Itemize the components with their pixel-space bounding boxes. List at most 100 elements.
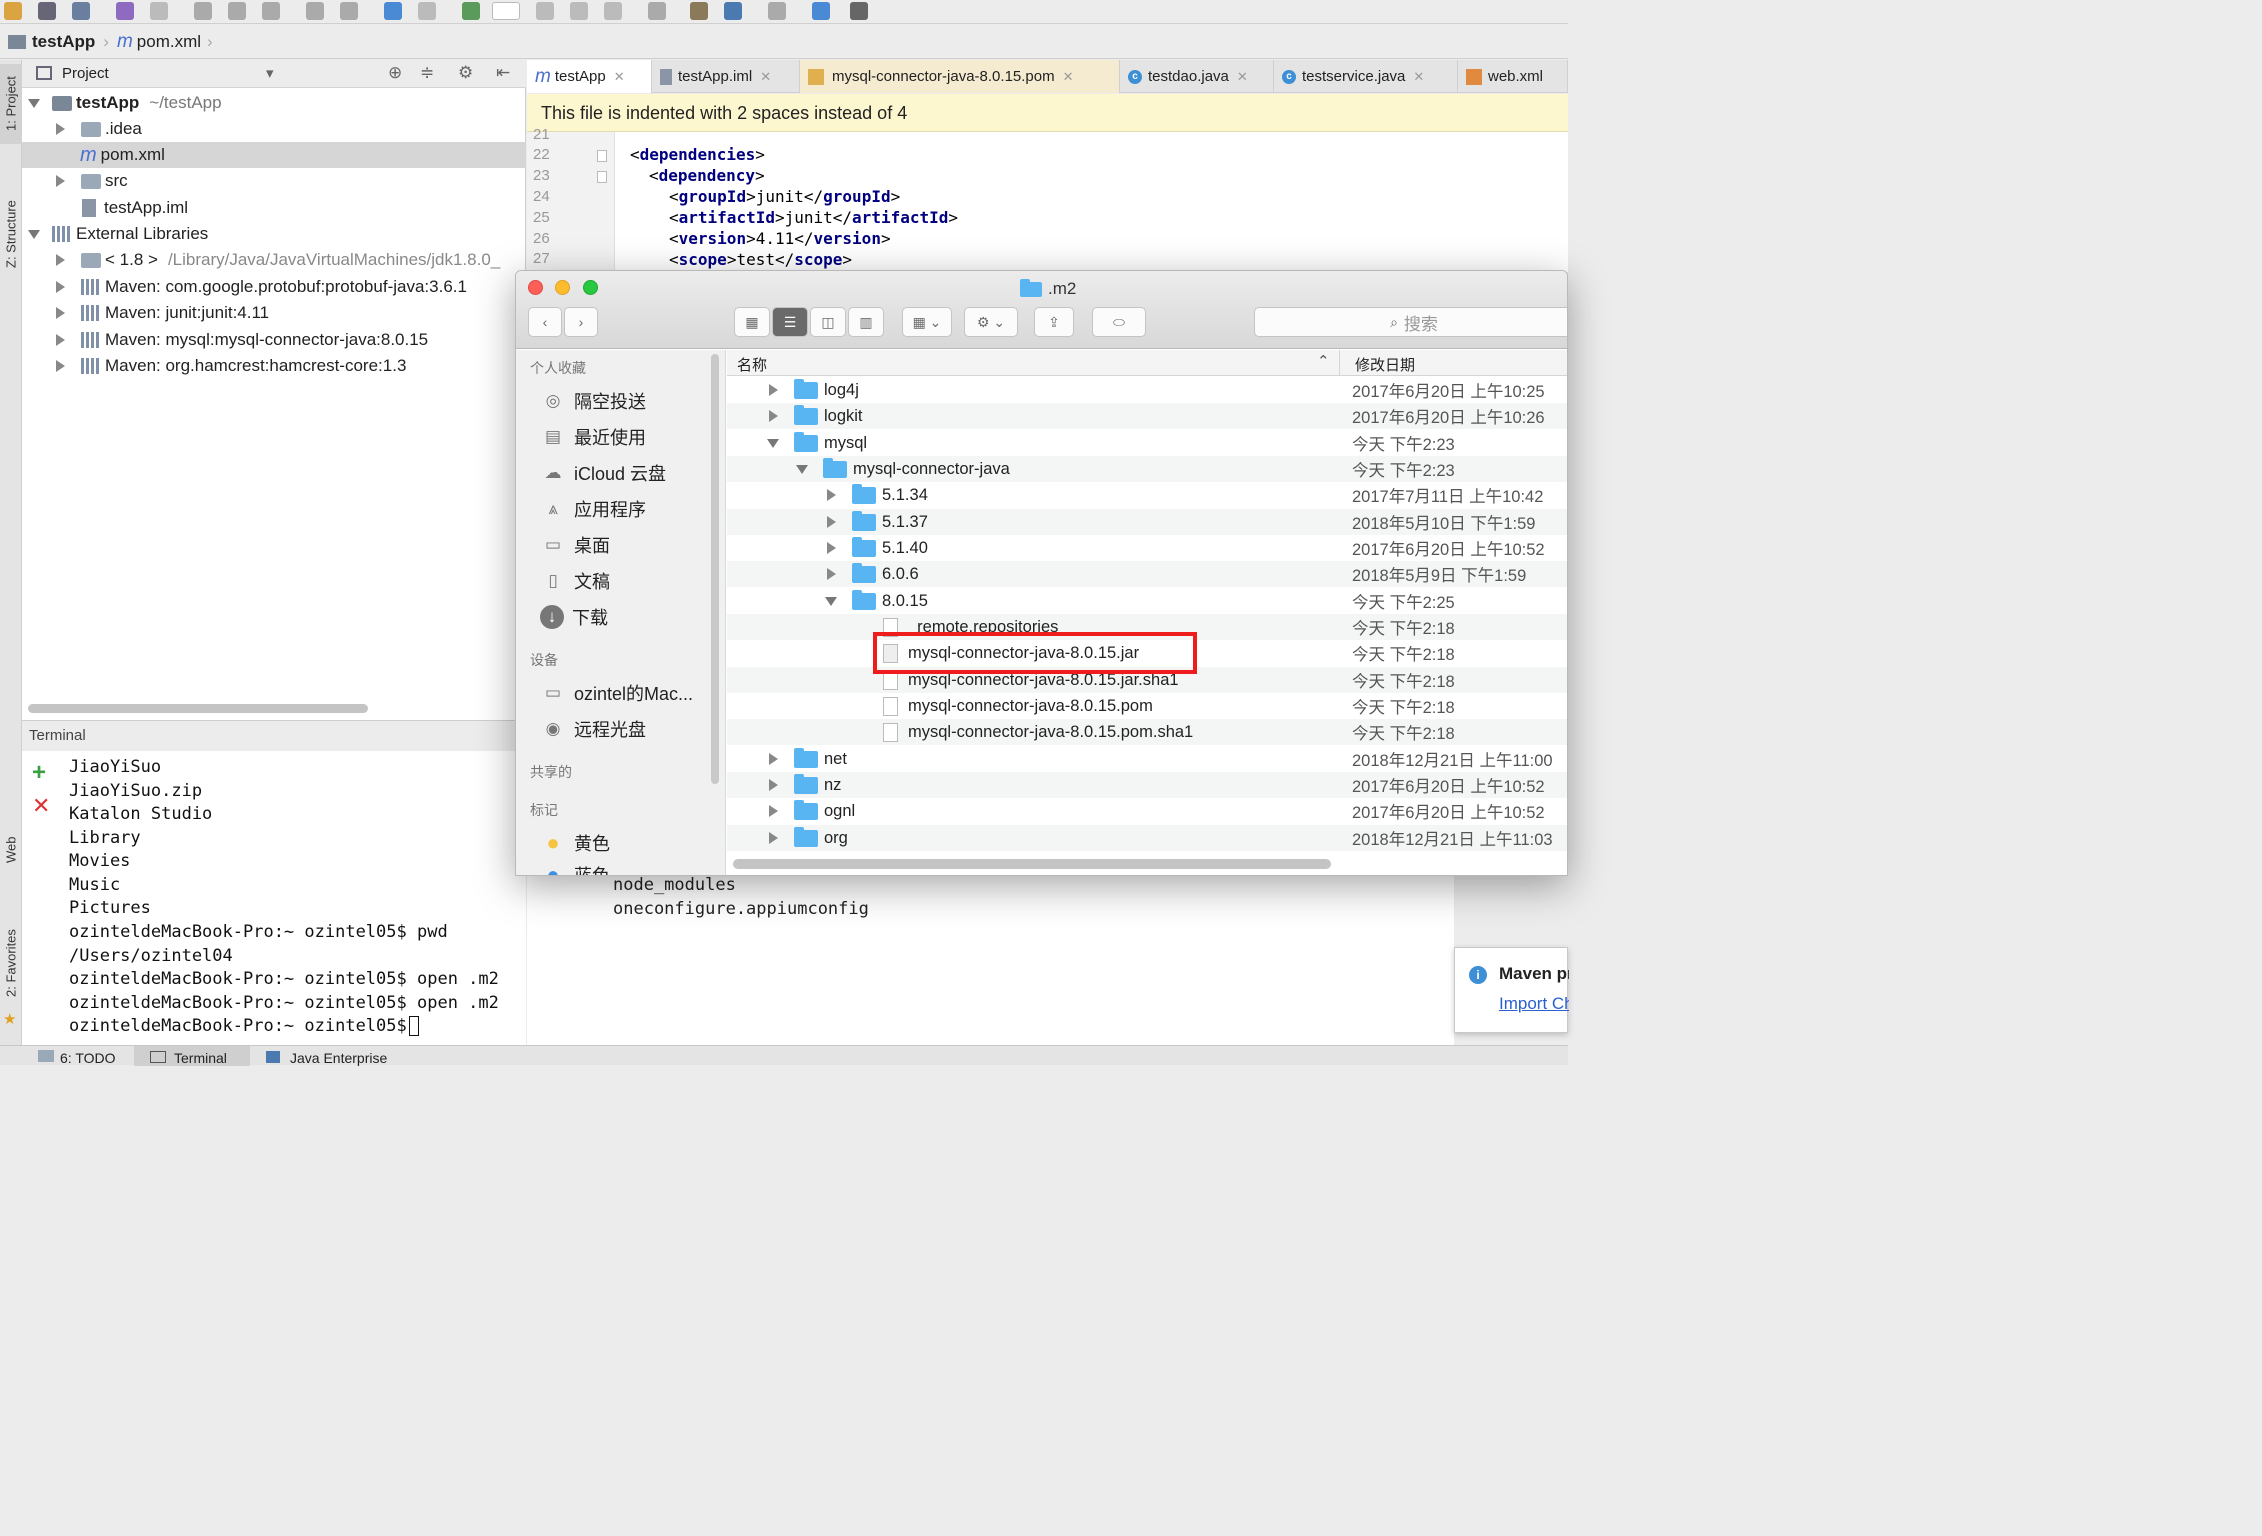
copy-icon[interactable] <box>228 2 246 20</box>
share-button[interactable]: ⇪ <box>1034 307 1074 337</box>
close-window-button[interactable] <box>528 280 543 295</box>
download-icon[interactable] <box>768 2 786 20</box>
undo-icon[interactable] <box>116 2 134 20</box>
list-row-5-1-37[interactable]: 5.1.37 2018年5月10日 下午1:59 <box>727 509 1567 536</box>
list-row-pom-sha1[interactable]: mysql-connector-java-8.0.15.pom.sha1 今天 下… <box>727 719 1567 746</box>
close-icon[interactable]: ✕ <box>760 69 771 85</box>
tool-tab-project[interactable]: 1: Project <box>0 64 22 144</box>
list-row-logkit[interactable]: logkit 2017年6月20日 上午10:26 <box>727 403 1567 430</box>
close-session-icon[interactable]: ✕ <box>32 793 50 819</box>
tool-tab-todo[interactable]: 6: TODO <box>60 1050 116 1066</box>
sidebar-item-applications[interactable]: ⩓ 应用程序 <box>540 496 646 522</box>
tree-item-external-libraries[interactable]: External Libraries <box>22 221 526 247</box>
column-name-header[interactable]: 名称 <box>737 354 767 375</box>
forward-icon[interactable] <box>418 2 436 20</box>
tree-item-library[interactable]: Maven: mysql:mysql-connector-java:8.0.15 <box>22 327 526 353</box>
sidebar-item-downloads[interactable]: ↓ 下载 <box>540 604 608 630</box>
tree-item-library[interactable]: Maven: junit:junit:4.11 <box>22 300 526 326</box>
hide-panel-icon[interactable]: ⇤ <box>496 63 510 83</box>
gallery-view-button[interactable]: ▥ <box>848 307 884 337</box>
horizontal-scrollbar[interactable] <box>733 859 1331 869</box>
list-row-net[interactable]: net 2018年12月21日 上午11:00 <box>727 746 1567 772</box>
breadcrumb-project[interactable]: testApp <box>32 32 95 52</box>
list-row-8-0-15[interactable]: 8.0.15 今天 下午2:25 <box>727 588 1567 614</box>
open-folder-icon[interactable] <box>4 2 22 20</box>
list-row-5-1-34[interactable]: 5.1.34 2017年7月11日 上午10:42 <box>727 482 1567 508</box>
replace-icon[interactable] <box>340 2 358 20</box>
sidebar-item-desktop[interactable]: ▭ 桌面 <box>540 532 610 558</box>
paste-icon[interactable] <box>262 2 280 20</box>
list-row-nz[interactable]: nz 2017年6月20日 上午10:52 <box>727 772 1567 799</box>
new-session-icon[interactable]: + <box>32 759 46 787</box>
list-row-mysql[interactable]: mysql 今天 下午2:23 <box>727 430 1567 456</box>
project-structure-icon[interactable] <box>690 2 708 20</box>
tab-testservice[interactable]: c testservice.java ✕ <box>1274 60 1458 93</box>
run-config-dropdown[interactable] <box>492 2 520 20</box>
tree-item-pom[interactable]: m pom.xml <box>22 142 526 168</box>
build-icon[interactable] <box>462 2 480 20</box>
project-panel-title[interactable]: Project <box>62 65 109 82</box>
sort-chevron-up-icon[interactable]: ⌃ <box>1317 352 1330 370</box>
list-row-pom[interactable]: mysql-connector-java-8.0.15.pom 今天 下午2:18 <box>727 693 1567 719</box>
code-editor[interactable]: <dependencies> <dependency> <groupId>jun… <box>615 132 1568 272</box>
breadcrumb-file[interactable]: pom.xml <box>137 32 201 52</box>
redo-icon[interactable] <box>150 2 168 20</box>
list-row-log4j[interactable]: log4j 2017年6月20日 上午10:25 <box>727 377 1567 403</box>
tree-item-src[interactable]: src <box>22 168 526 194</box>
close-icon[interactable]: ✕ <box>1063 69 1074 85</box>
tree-item-idea[interactable]: .idea <box>22 116 526 142</box>
collapse-icon[interactable]: ≑ <box>420 63 434 83</box>
zoom-window-button[interactable] <box>583 280 598 295</box>
tree-item-library[interactable]: Maven: org.hamcrest:hamcrest-core:1.3 <box>22 353 526 379</box>
list-row-mysql-connector-java[interactable]: mysql-connector-java 今天 下午2:23 <box>727 456 1567 483</box>
tool-tab-favorites[interactable]: 2: Favorites <box>0 918 22 1008</box>
fold-marker-icon[interactable] <box>597 150 607 162</box>
tree-item-iml[interactable]: testApp.iml <box>22 195 526 221</box>
tool-tab-java-enterprise[interactable]: Java Enterprise <box>290 1050 387 1066</box>
search-field[interactable]: ⌕ 搜索 <box>1254 307 1567 337</box>
find-icon[interactable] <box>306 2 324 20</box>
column-modified-header[interactable]: 修改日期 <box>1355 354 1415 375</box>
back-icon[interactable] <box>384 2 402 20</box>
minimize-window-button[interactable] <box>555 280 570 295</box>
sidebar-item-airdrop[interactable]: ◎ 隔空投送 <box>540 388 646 414</box>
close-icon[interactable]: ✕ <box>614 69 625 85</box>
tab-testdao[interactable]: c testdao.java ✕ <box>1120 60 1274 93</box>
gear-icon[interactable]: ⚙ <box>458 63 473 83</box>
list-row-org[interactable]: org 2018年12月21日 上午11:03 <box>727 825 1567 852</box>
tree-item-testapp[interactable]: testApp ~/testApp <box>22 90 526 116</box>
close-icon[interactable]: ✕ <box>1413 69 1424 85</box>
tab-pom[interactable]: mysql-connector-java-8.0.15.pom ✕ <box>800 60 1120 93</box>
sdk-icon[interactable] <box>724 2 742 20</box>
vcs-icon[interactable] <box>850 2 868 20</box>
sidebar-item-icloud[interactable]: ☁ iCloud 云盘 <box>540 460 667 486</box>
action-gear-button[interactable]: ⚙ ⌄ <box>964 307 1018 337</box>
sidebar-tag-yellow[interactable]: ● 黄色 <box>540 830 610 856</box>
list-view-button[interactable]: ☰ <box>772 307 808 337</box>
terminal-prompt[interactable]: ozinteldeMacBook-Pro:~ ozintel05$ <box>69 1016 419 1036</box>
sidebar-item-mac[interactable]: ▭ ozintel的Mac... <box>540 680 693 706</box>
sidebar-item-documents[interactable]: ▯ 文稿 <box>540 568 610 594</box>
column-view-button[interactable]: ◫ <box>810 307 846 337</box>
list-row-ognl[interactable]: ognl 2017年6月20日 上午10:52 <box>727 798 1567 824</box>
stop-icon[interactable] <box>648 2 666 20</box>
icon-view-button[interactable]: ▦ <box>734 307 770 337</box>
sidebar-tag-blue[interactable]: ● 蓝色 <box>540 862 610 876</box>
sidebar-scrollbar[interactable] <box>711 354 719 784</box>
sidebar-item-recents[interactable]: ▤ 最近使用 <box>540 424 646 450</box>
sync-icon[interactable] <box>72 2 90 20</box>
tab-webxml[interactable]: web.xml <box>1458 60 1568 93</box>
tool-tab-web[interactable]: Web <box>0 830 22 870</box>
tag-button[interactable]: ⬭ <box>1092 307 1146 337</box>
tree-item-library[interactable]: Maven: com.google.protobuf:protobuf-java… <box>22 274 526 300</box>
close-icon[interactable]: ✕ <box>1237 69 1248 85</box>
list-row-5-1-40[interactable]: 5.1.40 2017年6月20日 上午10:52 <box>727 535 1567 561</box>
cut-icon[interactable] <box>194 2 212 20</box>
save-icon[interactable] <box>38 2 56 20</box>
tool-tab-terminal[interactable]: Terminal <box>174 1050 227 1066</box>
horizontal-scrollbar[interactable] <box>28 704 368 713</box>
tab-testapp[interactable]: m testApp ✕ <box>527 60 652 93</box>
group-menu-button[interactable]: ▦ ⌄ <box>902 307 952 337</box>
sidebar-item-remote-disc[interactable]: ◉ 远程光盘 <box>540 716 646 742</box>
help-icon[interactable] <box>812 2 830 20</box>
